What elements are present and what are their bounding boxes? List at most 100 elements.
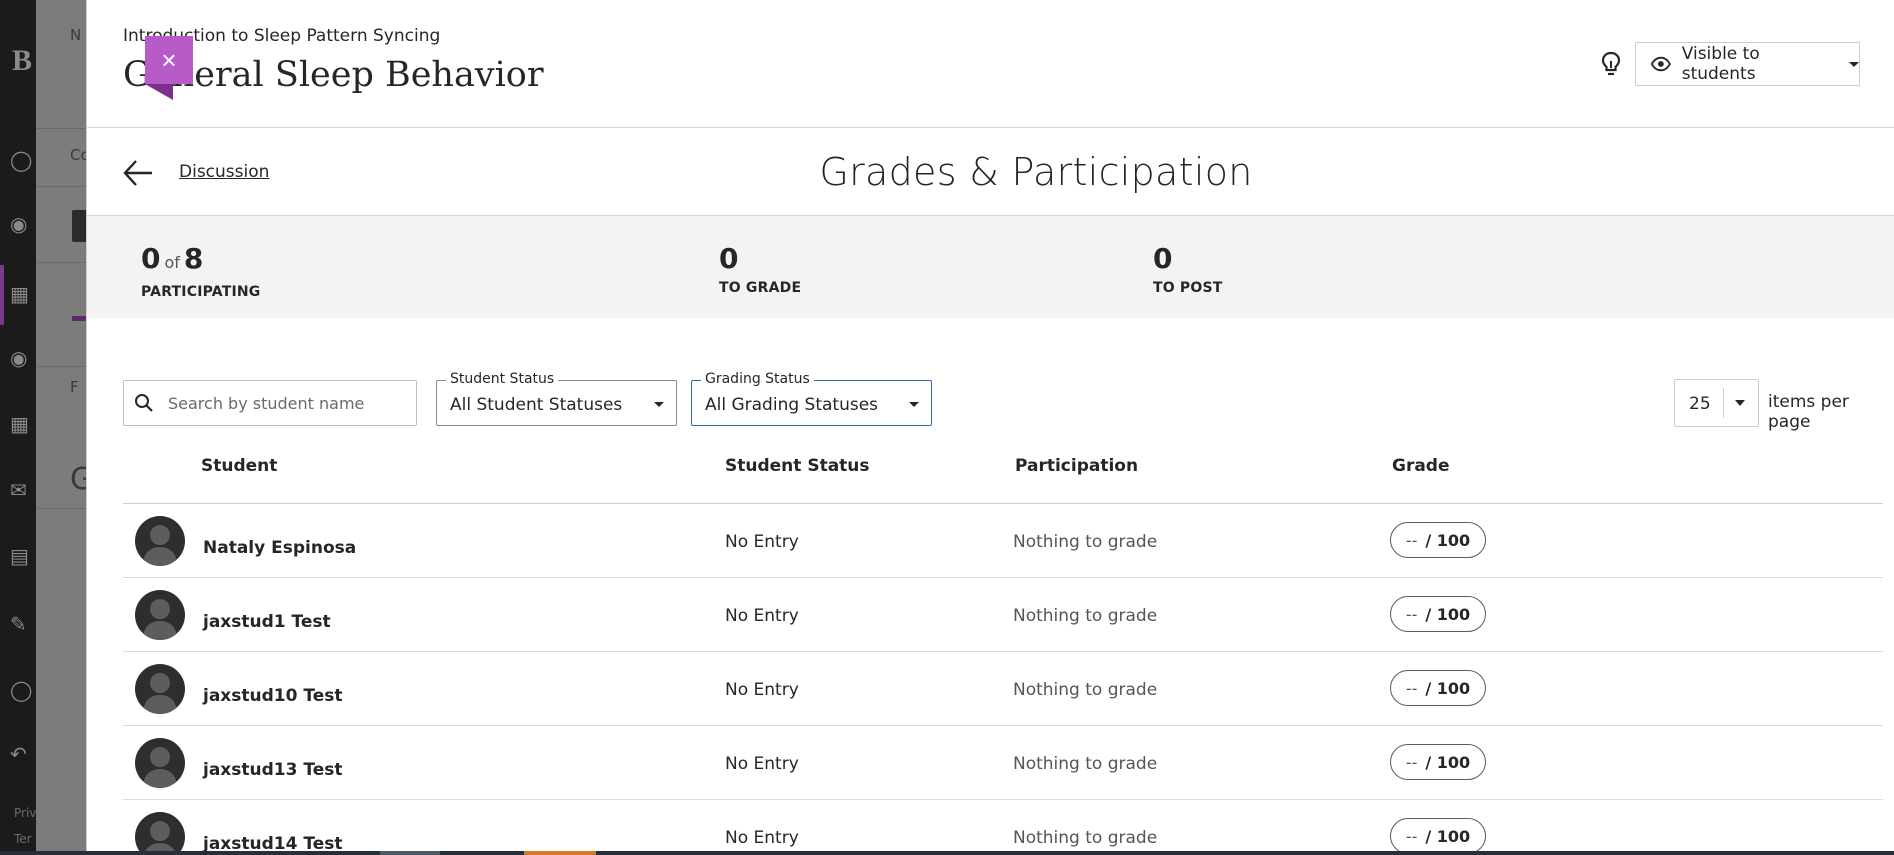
participation-status: Nothing to grade <box>1013 532 1158 552</box>
calendar-icon: ▦ <box>10 412 29 436</box>
sign-out-icon: ↶ <box>10 742 27 766</box>
grade-pill[interactable]: -- / 100 <box>1390 744 1486 780</box>
grade-max: / 100 <box>1425 826 1471 846</box>
visibility-label: Visible to students <box>1681 44 1760 84</box>
mail-icon: ✉ <box>10 478 27 502</box>
search-box[interactable] <box>123 380 417 426</box>
taskbar-item-active <box>524 851 596 855</box>
avatar-icon <box>135 516 185 566</box>
panel-header: Introduction to Sleep Pattern Syncing Ge… <box>87 0 1894 128</box>
student-status: No Entry <box>725 754 799 774</box>
participation-status: Nothing to grade <box>1013 606 1158 626</box>
grade-value: -- <box>1405 752 1418 772</box>
avatar-icon <box>135 664 185 714</box>
column-header-participation[interactable]: Participation <box>1015 456 1138 476</box>
student-name[interactable]: jaxstud13 Test <box>203 760 342 780</box>
participation-status: Nothing to grade <box>1013 680 1158 700</box>
student-name[interactable]: Nataly Espinosa <box>203 538 356 558</box>
close-button-fold <box>145 84 173 100</box>
close-panel-button[interactable]: × <box>145 36 193 84</box>
grade-max: / 100 <box>1425 604 1471 624</box>
grading-status-select[interactable]: Grading Status All Grading Statuses <box>691 371 932 426</box>
student-status-select[interactable]: Student Status All Student Statuses <box>436 371 677 426</box>
column-header-grade[interactable]: Grade <box>1392 456 1450 476</box>
grades-icon: ▤ <box>10 544 29 568</box>
grade-pill[interactable]: -- / 100 <box>1390 670 1486 706</box>
items-per-page-select[interactable]: 25 <box>1674 379 1759 427</box>
stat-to-post: 0 TO POST <box>1153 242 1223 297</box>
search-input[interactable] <box>168 393 408 413</box>
user-icon: ◯ <box>10 678 33 702</box>
participating-total: 8 <box>183 242 204 275</box>
to-post-label: TO POST <box>1153 280 1223 296</box>
tools-icon: ✎ <box>10 612 27 636</box>
of-label: of <box>164 253 180 272</box>
terms-link: Ter <box>14 832 32 846</box>
background-divider <box>36 508 88 509</box>
student-status: No Entry <box>725 606 799 626</box>
lightbulb-icon[interactable] <box>1599 50 1623 78</box>
chevron-down-icon <box>1735 400 1745 406</box>
table-row: Nataly Espinosa No Entry Nothing to grad… <box>123 504 1883 578</box>
courses-icon: ▦ <box>10 282 29 306</box>
chevron-down-icon <box>909 402 919 407</box>
grade-value: -- <box>1405 826 1418 846</box>
participation-status: Nothing to grade <box>1013 754 1158 774</box>
bottom-taskbar-strip <box>0 851 1894 855</box>
eye-icon <box>1650 56 1671 72</box>
items-per-page-value: 25 <box>1689 394 1711 414</box>
avatar-icon <box>135 812 185 851</box>
participating-label: PARTICIPATING <box>141 284 261 300</box>
select-divider <box>1723 388 1724 418</box>
background-content: N Co F G <box>36 0 93 855</box>
visibility-dropdown[interactable]: Visible to students <box>1635 42 1860 86</box>
table-row: jaxstud1 Test No Entry Nothing to grade … <box>123 578 1883 652</box>
privacy-link: Priv <box>14 806 37 820</box>
background-divider <box>36 262 88 263</box>
avatar-icon <box>135 738 185 788</box>
stats-bar: 0 of 8 PARTICIPATING 0 TO GRADE 0 TO POST <box>87 216 1894 318</box>
taskbar-item <box>380 851 440 855</box>
nav-active-indicator <box>0 265 4 325</box>
student-name[interactable]: jaxstud1 Test <box>203 612 331 632</box>
background-text: N <box>70 26 82 44</box>
filters-bar: Student Status All Student Statuses Grad… <box>87 371 1894 452</box>
grade-pill[interactable]: -- / 100 <box>1390 596 1486 632</box>
grade-pill[interactable]: -- / 100 <box>1390 522 1486 558</box>
student-name[interactable]: jaxstud14 Test <box>203 834 342 851</box>
stat-participating: 0 of 8 PARTICIPATING <box>141 242 261 301</box>
grades-participation-panel: × Introduction to Sleep Pattern Syncing … <box>86 0 1894 851</box>
background-logo: B <box>12 44 33 77</box>
student-name[interactable]: jaxstud10 Test <box>203 686 342 706</box>
student-status: No Entry <box>725 828 799 848</box>
to-grade-count: 0 <box>719 242 739 275</box>
grade-max: / 100 <box>1425 530 1471 550</box>
grade-value: -- <box>1405 604 1418 624</box>
participating-count: 0 <box>141 242 161 275</box>
background-nav-rail: B ◯ ◉ ▦ ◉ ▦ ✉ ▤ ✎ ◯ ↶ Priv Ter <box>0 0 36 855</box>
participation-status: Nothing to grade <box>1013 828 1158 848</box>
chevron-down-icon <box>654 402 664 407</box>
background-text: F <box>70 378 79 396</box>
section-title-text: Grades & Participation <box>819 150 1253 194</box>
table-row: jaxstud14 Test No Entry Nothing to grade… <box>123 800 1883 851</box>
to-post-count: 0 <box>1153 242 1173 275</box>
column-header-student-status[interactable]: Student Status <box>725 456 870 476</box>
grade-pill[interactable]: -- / 100 <box>1390 818 1486 851</box>
background-divider <box>36 366 88 367</box>
grading-status-legend: Grading Status <box>701 371 814 387</box>
students-table: Student Student Status Participation Gra… <box>123 452 1883 851</box>
groups-icon: ◉ <box>10 346 28 370</box>
profile-icon: ◯ <box>10 148 33 172</box>
column-header-student[interactable]: Student <box>201 456 277 476</box>
section-header: Discussion Grades & Participation <box>87 128 1894 216</box>
grade-max: / 100 <box>1425 752 1471 772</box>
background-divider <box>36 186 88 187</box>
stat-to-grade: 0 TO GRADE <box>719 242 802 297</box>
student-status-value: All Student Statuses <box>450 395 623 415</box>
grade-max: / 100 <box>1425 678 1471 698</box>
grade-value: -- <box>1405 530 1418 550</box>
close-icon: × <box>161 45 177 75</box>
items-per-page-label: items per page <box>1768 392 1849 432</box>
to-grade-label: TO GRADE <box>719 280 802 296</box>
